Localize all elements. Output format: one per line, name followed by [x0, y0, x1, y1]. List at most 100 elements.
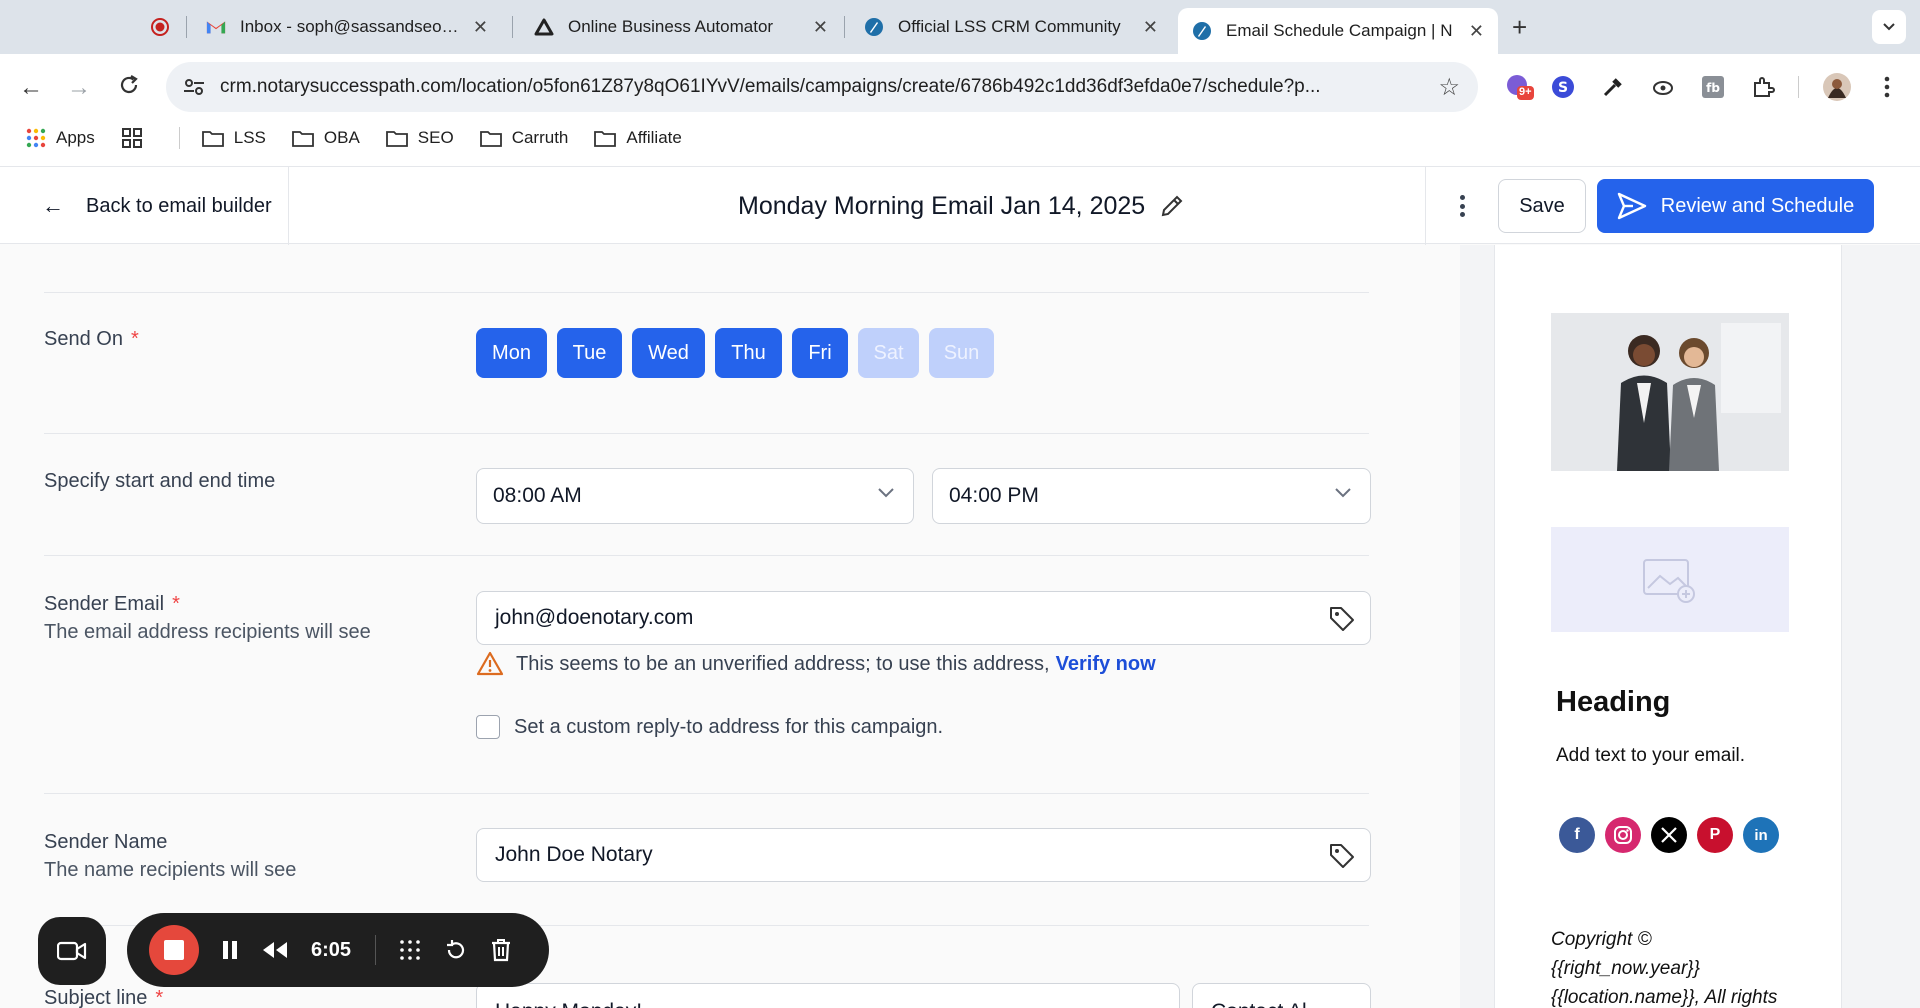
gmail-icon	[206, 17, 226, 37]
email-preview: Heading Add text to your email. f P in C…	[1494, 245, 1842, 1008]
address-bar[interactable]: crm.notarysuccesspath.com/location/o5fon…	[166, 62, 1478, 112]
time-range-label: Specify start and end time	[44, 470, 276, 492]
tab-title: Inbox - soph@sassandseo.com	[240, 17, 463, 36]
eyedropper-icon[interactable]	[1598, 72, 1628, 102]
subject-line-field[interactable]: Happy Monday!	[476, 983, 1180, 1008]
new-tab-plus-icon[interactable]: +	[1512, 12, 1527, 43]
back-arrow-icon[interactable]: ←	[16, 74, 46, 102]
back-label: Back to email builder	[86, 194, 272, 217]
tab-close-icon[interactable]: ✕	[813, 17, 828, 38]
more-options-icon[interactable]	[1452, 189, 1472, 223]
day-thu-button[interactable]: Thu	[715, 328, 782, 378]
bookmark-folder-oba[interactable]: OBA	[291, 128, 360, 148]
required-asterisk: *	[155, 987, 164, 1008]
bookmark-label: Carruth	[511, 128, 569, 147]
browser-menu-icon[interactable]	[1872, 72, 1902, 102]
section-divider	[44, 793, 1369, 794]
campaign-title[interactable]: Monday Morning Email Jan 14, 2025	[738, 167, 1185, 245]
save-button[interactable]: Save	[1498, 179, 1586, 233]
reply-to-checkbox-row[interactable]: Set a custom reply-to address for this c…	[476, 715, 943, 739]
day-sun-button[interactable]: Sun	[929, 328, 994, 378]
header-divider	[1425, 167, 1426, 245]
tab-close-icon[interactable]: ✕	[473, 17, 488, 38]
trash-icon[interactable]	[490, 938, 512, 962]
bookmark-folder-carruth[interactable]: Carruth	[479, 128, 569, 148]
s-extension-icon[interactable]: S	[1548, 72, 1578, 102]
bookmark-label: SEO	[417, 128, 454, 147]
tab-lss-crm-community[interactable]: Official LSS CRM Community ✕	[850, 8, 1172, 46]
url-text[interactable]: crm.notarysuccesspath.com/location/o5fon…	[220, 76, 1426, 98]
linkedin-icon: in	[1743, 817, 1779, 853]
copyright-line: {{location.name}}, All rights	[1551, 987, 1778, 1008]
subject-line-label-text: Subject line	[44, 987, 148, 1008]
sender-name-label: Sender Name	[44, 831, 168, 853]
cloud-extension-icon[interactable]	[1648, 72, 1678, 102]
section-divider	[44, 292, 1369, 293]
extensions-puzzle-icon[interactable]	[1748, 72, 1778, 102]
chevron-down-icon	[878, 488, 894, 498]
start-time-value: 08:00 AM	[493, 484, 582, 507]
tab-title: Email Schedule Campaign | N	[1226, 21, 1453, 40]
profile-avatar[interactable]	[1822, 72, 1852, 102]
bookmark-folder-seo[interactable]: SEO	[385, 128, 454, 148]
bookmark-apps[interactable]: Apps	[26, 128, 95, 148]
review-and-schedule-button[interactable]: Review and Schedule	[1597, 179, 1874, 233]
campaign-header: ← Back to email builder Monday Morning E…	[0, 166, 1920, 245]
tab-recording[interactable]	[136, 8, 182, 46]
sender-email-field[interactable]: john@doenotary.com	[476, 591, 1371, 645]
tab-title: Official LSS CRM Community	[898, 17, 1121, 36]
tab-email-schedule-campaign[interactable]: Email Schedule Campaign | N ✕	[1178, 8, 1498, 54]
sender-name-sublabel: The name recipients will see	[44, 859, 297, 881]
tag-icon[interactable]	[1328, 605, 1356, 633]
pencil-edit-icon[interactable]	[1159, 193, 1185, 219]
bookmark-label: LSS	[233, 128, 266, 147]
day-sat-button[interactable]: Sat	[858, 328, 919, 378]
preview-copyright: Copyright © {{right_now.year}} {{locatio…	[1551, 925, 1811, 1008]
pause-icon[interactable]	[221, 939, 239, 961]
forward-arrow-icon[interactable]: →	[64, 74, 94, 102]
restart-icon[interactable]	[444, 938, 468, 962]
day-mon-button[interactable]: Mon	[476, 328, 547, 378]
bookmark-star-icon[interactable]: ☆	[1438, 73, 1460, 102]
tab-separator	[512, 16, 513, 38]
tag-icon[interactable]	[1328, 842, 1356, 870]
rewind-icon[interactable]	[261, 940, 289, 960]
browser-tab-bar: Inbox - soph@sassandseo.com ✕ Online Bus…	[0, 0, 1920, 54]
camera-toggle-button[interactable]	[38, 917, 106, 985]
reload-icon[interactable]	[114, 74, 144, 103]
tab-search-chevron-icon[interactable]	[1872, 10, 1906, 44]
back-to-email-builder-link[interactable]: ← Back to email builder	[42, 167, 272, 245]
tab-close-icon[interactable]: ✕	[1143, 17, 1158, 38]
day-wed-button[interactable]: Wed	[632, 328, 705, 378]
tab-groups-icon[interactable]	[121, 127, 153, 149]
tab-gmail-inbox[interactable]: Inbox - soph@sassandseo.com ✕	[192, 8, 502, 46]
fb-extension-icon[interactable]: fb	[1698, 72, 1728, 102]
bookmarks-bar: Apps LSS OBA SEO Carruth Affiliate	[0, 120, 1920, 156]
sender-name-field[interactable]: John Doe Notary	[476, 828, 1371, 882]
verify-now-link[interactable]: Verify now	[1056, 653, 1156, 676]
schedule-form: Send On * Mon Tue Wed Thu Fri Sat Sun Spe…	[0, 245, 1460, 1008]
required-asterisk: *	[172, 593, 180, 615]
apps-grid-icon	[26, 128, 46, 148]
record-icon	[150, 17, 170, 37]
bookmark-folder-lss[interactable]: LSS	[201, 128, 266, 148]
site-settings-icon[interactable]	[182, 75, 206, 99]
day-tue-button[interactable]: Tue	[557, 328, 622, 378]
tab-online-business-automator[interactable]: Online Business Automator ✕	[520, 8, 842, 46]
stop-recording-button[interactable]	[149, 925, 199, 975]
start-time-select[interactable]: 08:00 AM	[476, 468, 914, 524]
grid-dots-icon[interactable]	[398, 938, 422, 962]
end-time-select[interactable]: 04:00 PM	[932, 468, 1371, 524]
day-fri-button[interactable]: Fri	[792, 328, 848, 378]
extension-badge-icon[interactable]: 9+	[1504, 72, 1534, 102]
copyright-line: Copyright ©	[1551, 929, 1652, 950]
section-divider	[44, 433, 1369, 434]
reply-to-checkbox[interactable]	[476, 715, 500, 739]
tab-close-icon[interactable]: ✕	[1469, 21, 1484, 42]
bookmark-folder-affiliate[interactable]: Affiliate	[594, 128, 682, 148]
send-on-label-text: Send On	[44, 328, 123, 350]
contact-field-button[interactable]: Contact Al	[1192, 983, 1371, 1008]
tab-title: Online Business Automator	[568, 17, 774, 36]
image-placeholder-icon	[1643, 558, 1695, 603]
sender-email-value: john@doenotary.com	[495, 606, 694, 629]
